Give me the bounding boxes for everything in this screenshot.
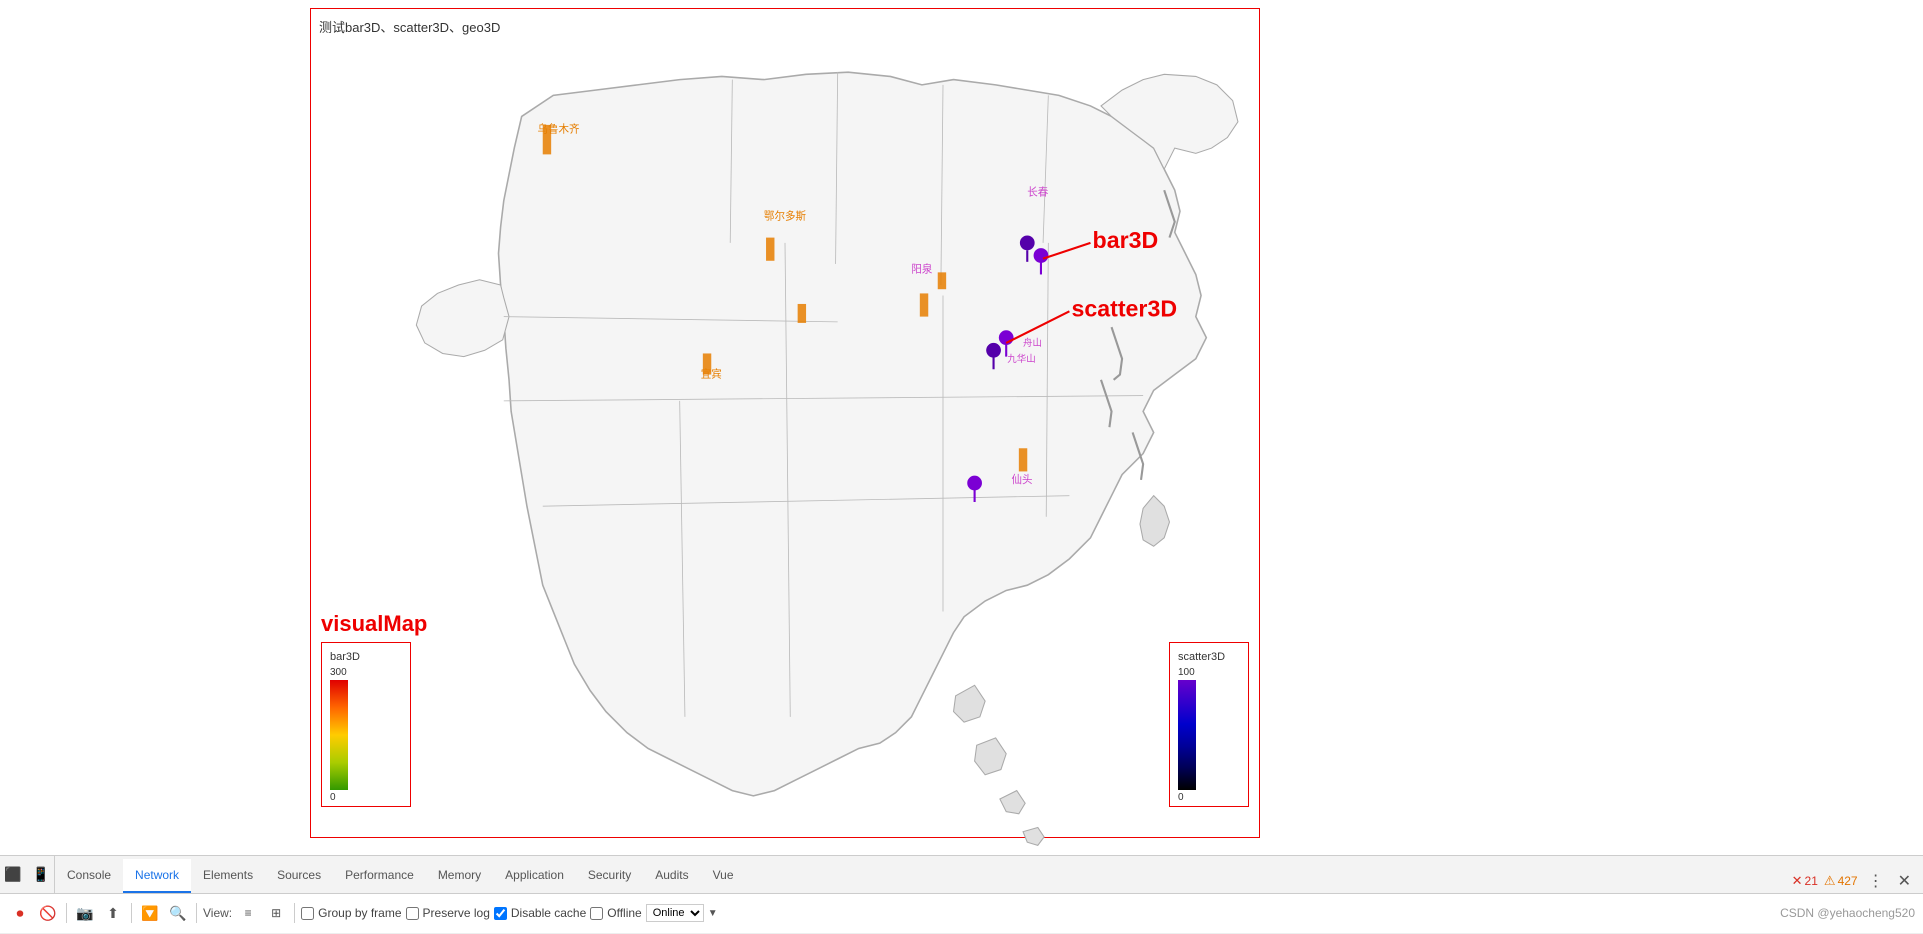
- map-container: 测试bar3D、scatter3D、geo3D: [310, 8, 1260, 838]
- separator-4: [294, 903, 295, 923]
- main-content: 测试bar3D、scatter3D、geo3D: [0, 0, 1923, 855]
- preserve-log-label[interactable]: Preserve log: [406, 906, 490, 920]
- tab-network[interactable]: Network: [123, 859, 191, 893]
- tab-memory[interactable]: Memory: [426, 859, 493, 893]
- throttle-select[interactable]: Online: [646, 904, 704, 922]
- warning-icon: ⚠: [1824, 873, 1836, 889]
- city-label-shantou: 仙头: [1011, 473, 1032, 486]
- tab-sources[interactable]: Sources: [265, 859, 333, 893]
- devtools-tabs: Console Network Elements Sources Perform…: [0, 856, 1923, 894]
- legend-scatter3d-max: 100: [1178, 667, 1195, 678]
- status-area: CSDN @yehaocheng520: [1764, 906, 1915, 920]
- separator-3: [196, 903, 197, 923]
- tab-audits[interactable]: Audits: [643, 859, 700, 893]
- legend-bar3d-max: 300: [330, 667, 347, 678]
- annotation-bar3d: bar3D: [1093, 227, 1159, 253]
- annotation-scatter3d: scatter3D: [1072, 296, 1178, 322]
- city-label-changchun: 长春: [1027, 186, 1049, 198]
- offline-checkbox[interactable]: [590, 907, 603, 920]
- preserve-log-text: Preserve log: [423, 906, 490, 920]
- device-toolbar-button[interactable]: 📱: [29, 863, 53, 887]
- close-devtools-icon[interactable]: ✕: [1894, 869, 1915, 893]
- error-icon: ✕: [1792, 873, 1803, 889]
- list-view-button[interactable]: ≡: [236, 901, 260, 925]
- devtools-left-area: ⬛ 📱: [0, 856, 55, 894]
- more-options-icon[interactable]: ⋮: [1864, 869, 1888, 893]
- tab-security[interactable]: Security: [576, 859, 643, 893]
- legend-bar3d-title: bar3D: [330, 651, 402, 663]
- legend-bar3d: bar3D 300 0: [321, 642, 411, 807]
- city-label-erdos: 鄂尔多斯: [764, 210, 807, 223]
- filter-button[interactable]: 🔽: [138, 901, 162, 925]
- tab-performance[interactable]: Performance: [333, 859, 426, 893]
- tree-view-button[interactable]: ⊞: [264, 901, 288, 925]
- warning-count: ⚠ 427: [1824, 873, 1858, 889]
- clear-button[interactable]: 🚫: [36, 901, 60, 925]
- import-har-button[interactable]: ⬆: [101, 901, 125, 925]
- legend-scatter3d-title: scatter3D: [1178, 651, 1240, 663]
- record-button[interactable]: ⏺: [8, 901, 32, 925]
- legend-bar3d-min: 0: [330, 792, 336, 803]
- offline-label[interactable]: Offline: [590, 906, 641, 920]
- error-count: ✕ 21: [1792, 873, 1818, 889]
- legend-bar3d-gradient: [330, 680, 348, 790]
- visualmap-label: visualMap: [321, 611, 427, 637]
- group-by-frame-label[interactable]: Group by frame: [301, 906, 401, 920]
- tab-elements[interactable]: Elements: [191, 859, 265, 893]
- disable-cache-checkbox[interactable]: [494, 907, 507, 920]
- disable-cache-label[interactable]: Disable cache: [494, 906, 586, 920]
- city-label-yangquan: 阳泉: [911, 262, 933, 275]
- preserve-log-checkbox[interactable]: [406, 907, 419, 920]
- group-by-frame-text: Group by frame: [318, 906, 401, 920]
- city-label-jiuhua: 九华山: [1007, 353, 1035, 365]
- separator-1: [66, 903, 67, 923]
- city-label-zhoushan: 舟山: [1023, 337, 1042, 349]
- tab-console[interactable]: Console: [55, 859, 123, 893]
- throttle-dropdown-icon[interactable]: ▼: [708, 908, 718, 919]
- devtools-bar: Console Network Elements Sources Perform…: [0, 855, 1923, 934]
- csdn-label: CSDN @yehaocheng520: [1780, 906, 1915, 920]
- legend-scatter3d: scatter3D 100 0: [1169, 642, 1249, 807]
- search-button[interactable]: 🔍: [166, 901, 190, 925]
- offline-text: Offline: [607, 906, 641, 920]
- disable-cache-text: Disable cache: [511, 906, 586, 920]
- separator-2: [131, 903, 132, 923]
- legend-scatter3d-gradient: [1178, 680, 1196, 790]
- view-label: View:: [203, 906, 232, 920]
- china-map-svg: 乌鲁木齐 鄂尔多斯 长春 阳泉 宜宾 仙头 舟山 九华山: [311, 29, 1259, 855]
- legend-scatter3d-min: 0: [1178, 792, 1184, 803]
- group-by-frame-checkbox[interactable]: [301, 907, 314, 920]
- tab-application[interactable]: Application: [493, 859, 576, 893]
- inspect-element-button[interactable]: ⬛: [1, 863, 25, 887]
- devtools-toolbar: ⏺ 🚫 📷 ⬆ 🔽 🔍 View: ≡ ⊞ Group by frame Pre…: [0, 894, 1923, 934]
- capture-screenshot-button[interactable]: 📷: [73, 901, 97, 925]
- tab-vue[interactable]: Vue: [701, 859, 746, 893]
